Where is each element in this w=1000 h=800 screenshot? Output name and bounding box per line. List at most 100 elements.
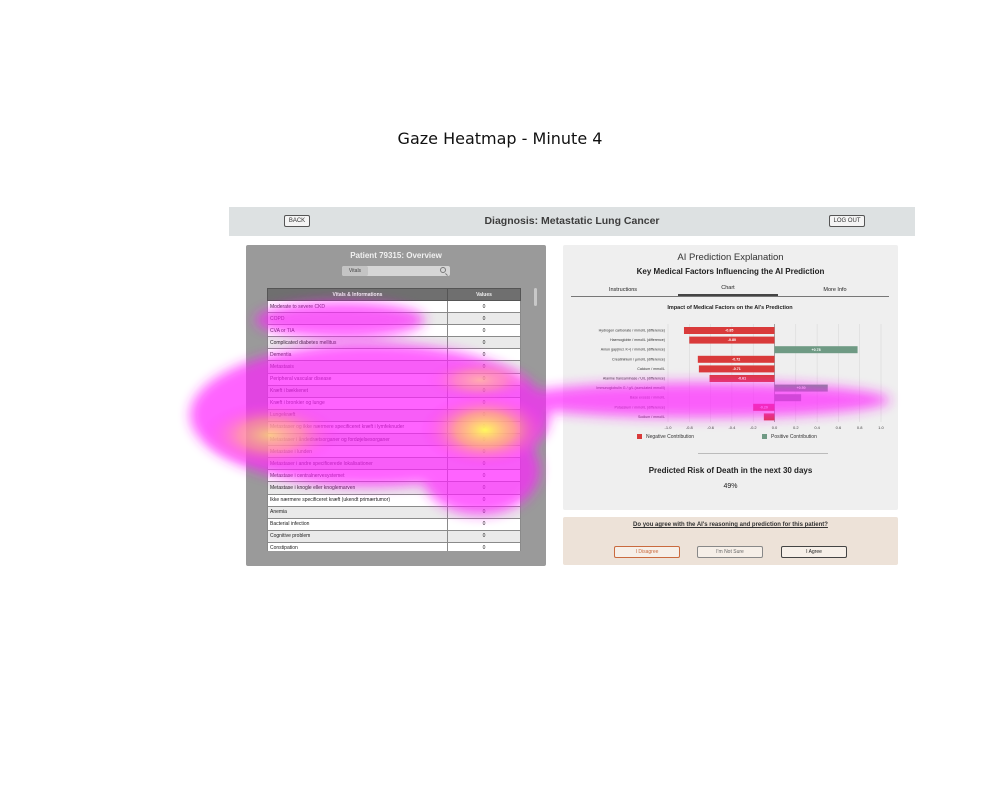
bar-value-label: -0.80 (728, 338, 736, 342)
vital-name: Metastase i knogle eller knoglemarven (267, 481, 448, 495)
legend-swatch-negative (637, 434, 642, 439)
vital-value: 0 (447, 348, 521, 362)
vital-value: 0 (447, 396, 521, 410)
x-tick-label: -1.0 (665, 425, 673, 430)
x-tick-label: -0.4 (728, 425, 736, 430)
vital-name: Lungekræft (267, 408, 448, 422)
category-label: Potassium / mmol/L (difference) (614, 405, 665, 409)
disagree-button[interactable]: I Disagree (614, 546, 680, 558)
vital-name: Metastase i centralnervesystemet (267, 469, 448, 483)
bar-value-label: -0.71 (733, 367, 741, 371)
table-row: Anemia 0 (267, 505, 521, 519)
vital-name: Cognitive problem (267, 529, 448, 543)
vital-value: 0 (447, 469, 521, 483)
category-label: Immunoglobulin G / g/L (cumulated mmol/l… (596, 386, 665, 390)
figure-title: Gaze Heatmap - Minute 4 (397, 129, 603, 148)
table-row: Metastase i knogle eller knoglemarven 0 (267, 481, 521, 495)
category-label: Hydrogen carbonate / mmol/L (difference) (599, 329, 665, 333)
vital-name: Peripheral vascular disease (267, 372, 448, 386)
table-row: Peripheral vascular disease 0 (267, 372, 521, 386)
vital-value: 0 (447, 505, 521, 519)
table-row: Cognitive problem 0 (267, 529, 521, 543)
vital-value: 0 (447, 360, 521, 374)
vital-value: 0 (447, 324, 521, 338)
category-label: Sodium / mmol/L (638, 415, 665, 419)
top-bar: BACK Diagnosis: Metastatic Lung Cancer L… (229, 207, 915, 236)
vital-value: 0 (447, 312, 521, 326)
category-label: Creatininium / µmol/L (difference) (612, 357, 665, 361)
not-sure-button[interactable]: I'm Not Sure (697, 546, 763, 558)
bar (763, 413, 775, 421)
explanation-tabs: Instructions Chart More Info (571, 285, 889, 297)
vital-name: Complicated diabetes mellitus (267, 336, 448, 350)
vital-value: 0 (447, 493, 521, 507)
risk-label: Predicted Risk of Death in the next 30 d… (648, 466, 813, 475)
impact-chart: Impact of Medical Factors on the AI's Pr… (596, 305, 884, 440)
risk-value: 49% (723, 483, 738, 490)
vital-value: 0 (447, 299, 521, 314)
vital-name: Moderate to severe CKD (267, 299, 448, 314)
tab-more-info[interactable]: More Info (785, 287, 885, 293)
chart-title: Impact of Medical Factors on the AI's Pr… (667, 305, 793, 311)
vital-name: Kræft i bronkier og lunge (267, 396, 448, 410)
table-row: Kræft i bronkier og lunge 0 (267, 396, 521, 410)
vitals-table-container[interactable]: Vitals & Informations Values Moderate to… (267, 288, 521, 551)
vital-name: Metastaser og ikke nærmere specificeret … (267, 420, 448, 435)
legend-negative-label: Negative Contribution (646, 434, 694, 440)
table-row: Kræft i bækkenet 0 (267, 384, 521, 398)
vitals-tab[interactable]: Vitals (342, 266, 368, 276)
x-tick-label: 0.6 (836, 425, 842, 430)
vital-value: 0 (447, 529, 521, 543)
vital-name: CVA or TIA (267, 324, 448, 338)
agree-button[interactable]: I Agree (781, 546, 847, 558)
vital-name: Ikke nærmere specificeret kræft (ukendt … (267, 493, 448, 507)
divider (698, 453, 828, 454)
vital-value: 0 (447, 445, 521, 459)
vital-value: 0 (447, 433, 521, 447)
table-row: Lungekræft 0 (267, 408, 521, 422)
tab-chart[interactable]: Chart (678, 285, 778, 296)
table-scrollbar[interactable] (534, 288, 537, 306)
table-row: Metastase i lunden 0 (267, 445, 521, 459)
column-header-values: Values (447, 288, 521, 301)
x-tick-label: 0.2 (793, 425, 799, 430)
x-tick-label: 0.0 (772, 425, 778, 430)
patient-overview-panel: Patient 79315: Overview Vitals Vitals & … (246, 245, 546, 566)
legend-positive-label: Positive Contribution (771, 434, 817, 440)
vital-value: 0 (447, 372, 521, 386)
vitals-table: Vitals & Informations Values Moderate to… (267, 288, 521, 551)
table-row: Metastase i centralnervesystemet 0 (267, 469, 521, 483)
vital-value: 0 (447, 457, 521, 471)
table-row: Metastaser og ikke nærmere specificeret … (267, 420, 521, 435)
x-tick-label: 1.0 (878, 425, 884, 430)
category-label: Base excess / mmol/L (630, 396, 665, 400)
vital-name: Anemia (267, 505, 448, 519)
vital-name: Constipation (267, 541, 448, 551)
bar-value-label: -0.61 (738, 377, 746, 381)
vital-value: 0 (447, 336, 521, 350)
vital-name: Metastasis (267, 360, 448, 374)
bar (774, 394, 802, 402)
vital-value: 0 (447, 481, 521, 495)
vital-name: Metastaser i andre specificerede lokalis… (267, 457, 448, 471)
bar-value-label: -0.72 (732, 357, 740, 361)
search-icon[interactable] (440, 267, 446, 273)
table-row: Bacterial infection 0 (267, 517, 521, 531)
vital-name: Dementia (267, 348, 448, 362)
ai-explanation-panel: AI Prediction Explanation Key Medical Fa… (563, 245, 898, 510)
vital-name: Metastase i lunden (267, 445, 448, 459)
logout-button[interactable]: LOG OUT (829, 215, 865, 227)
tab-instructions[interactable]: Instructions (573, 287, 673, 293)
x-tick-label: 0.4 (814, 425, 820, 430)
table-row: Ikke nærmere specificeret kræft (ukendt … (267, 493, 521, 507)
bar-value-label: +0.78 (811, 348, 820, 352)
vital-name: Bacterial infection (267, 517, 448, 531)
category-label: Alanine transaminase / U/L (difference) (603, 377, 665, 381)
page-title: Diagnosis: Metastatic Lung Cancer (484, 215, 660, 227)
x-tick-label: -0.8 (686, 425, 694, 430)
vital-name: Kræft i bækkenet (267, 384, 448, 398)
table-row: Complicated diabetes mellitus 0 (267, 336, 521, 350)
vitals-search-bar[interactable]: Vitals (342, 266, 450, 276)
vital-value: 0 (447, 420, 521, 435)
table-row: COPD 0 (267, 312, 521, 326)
